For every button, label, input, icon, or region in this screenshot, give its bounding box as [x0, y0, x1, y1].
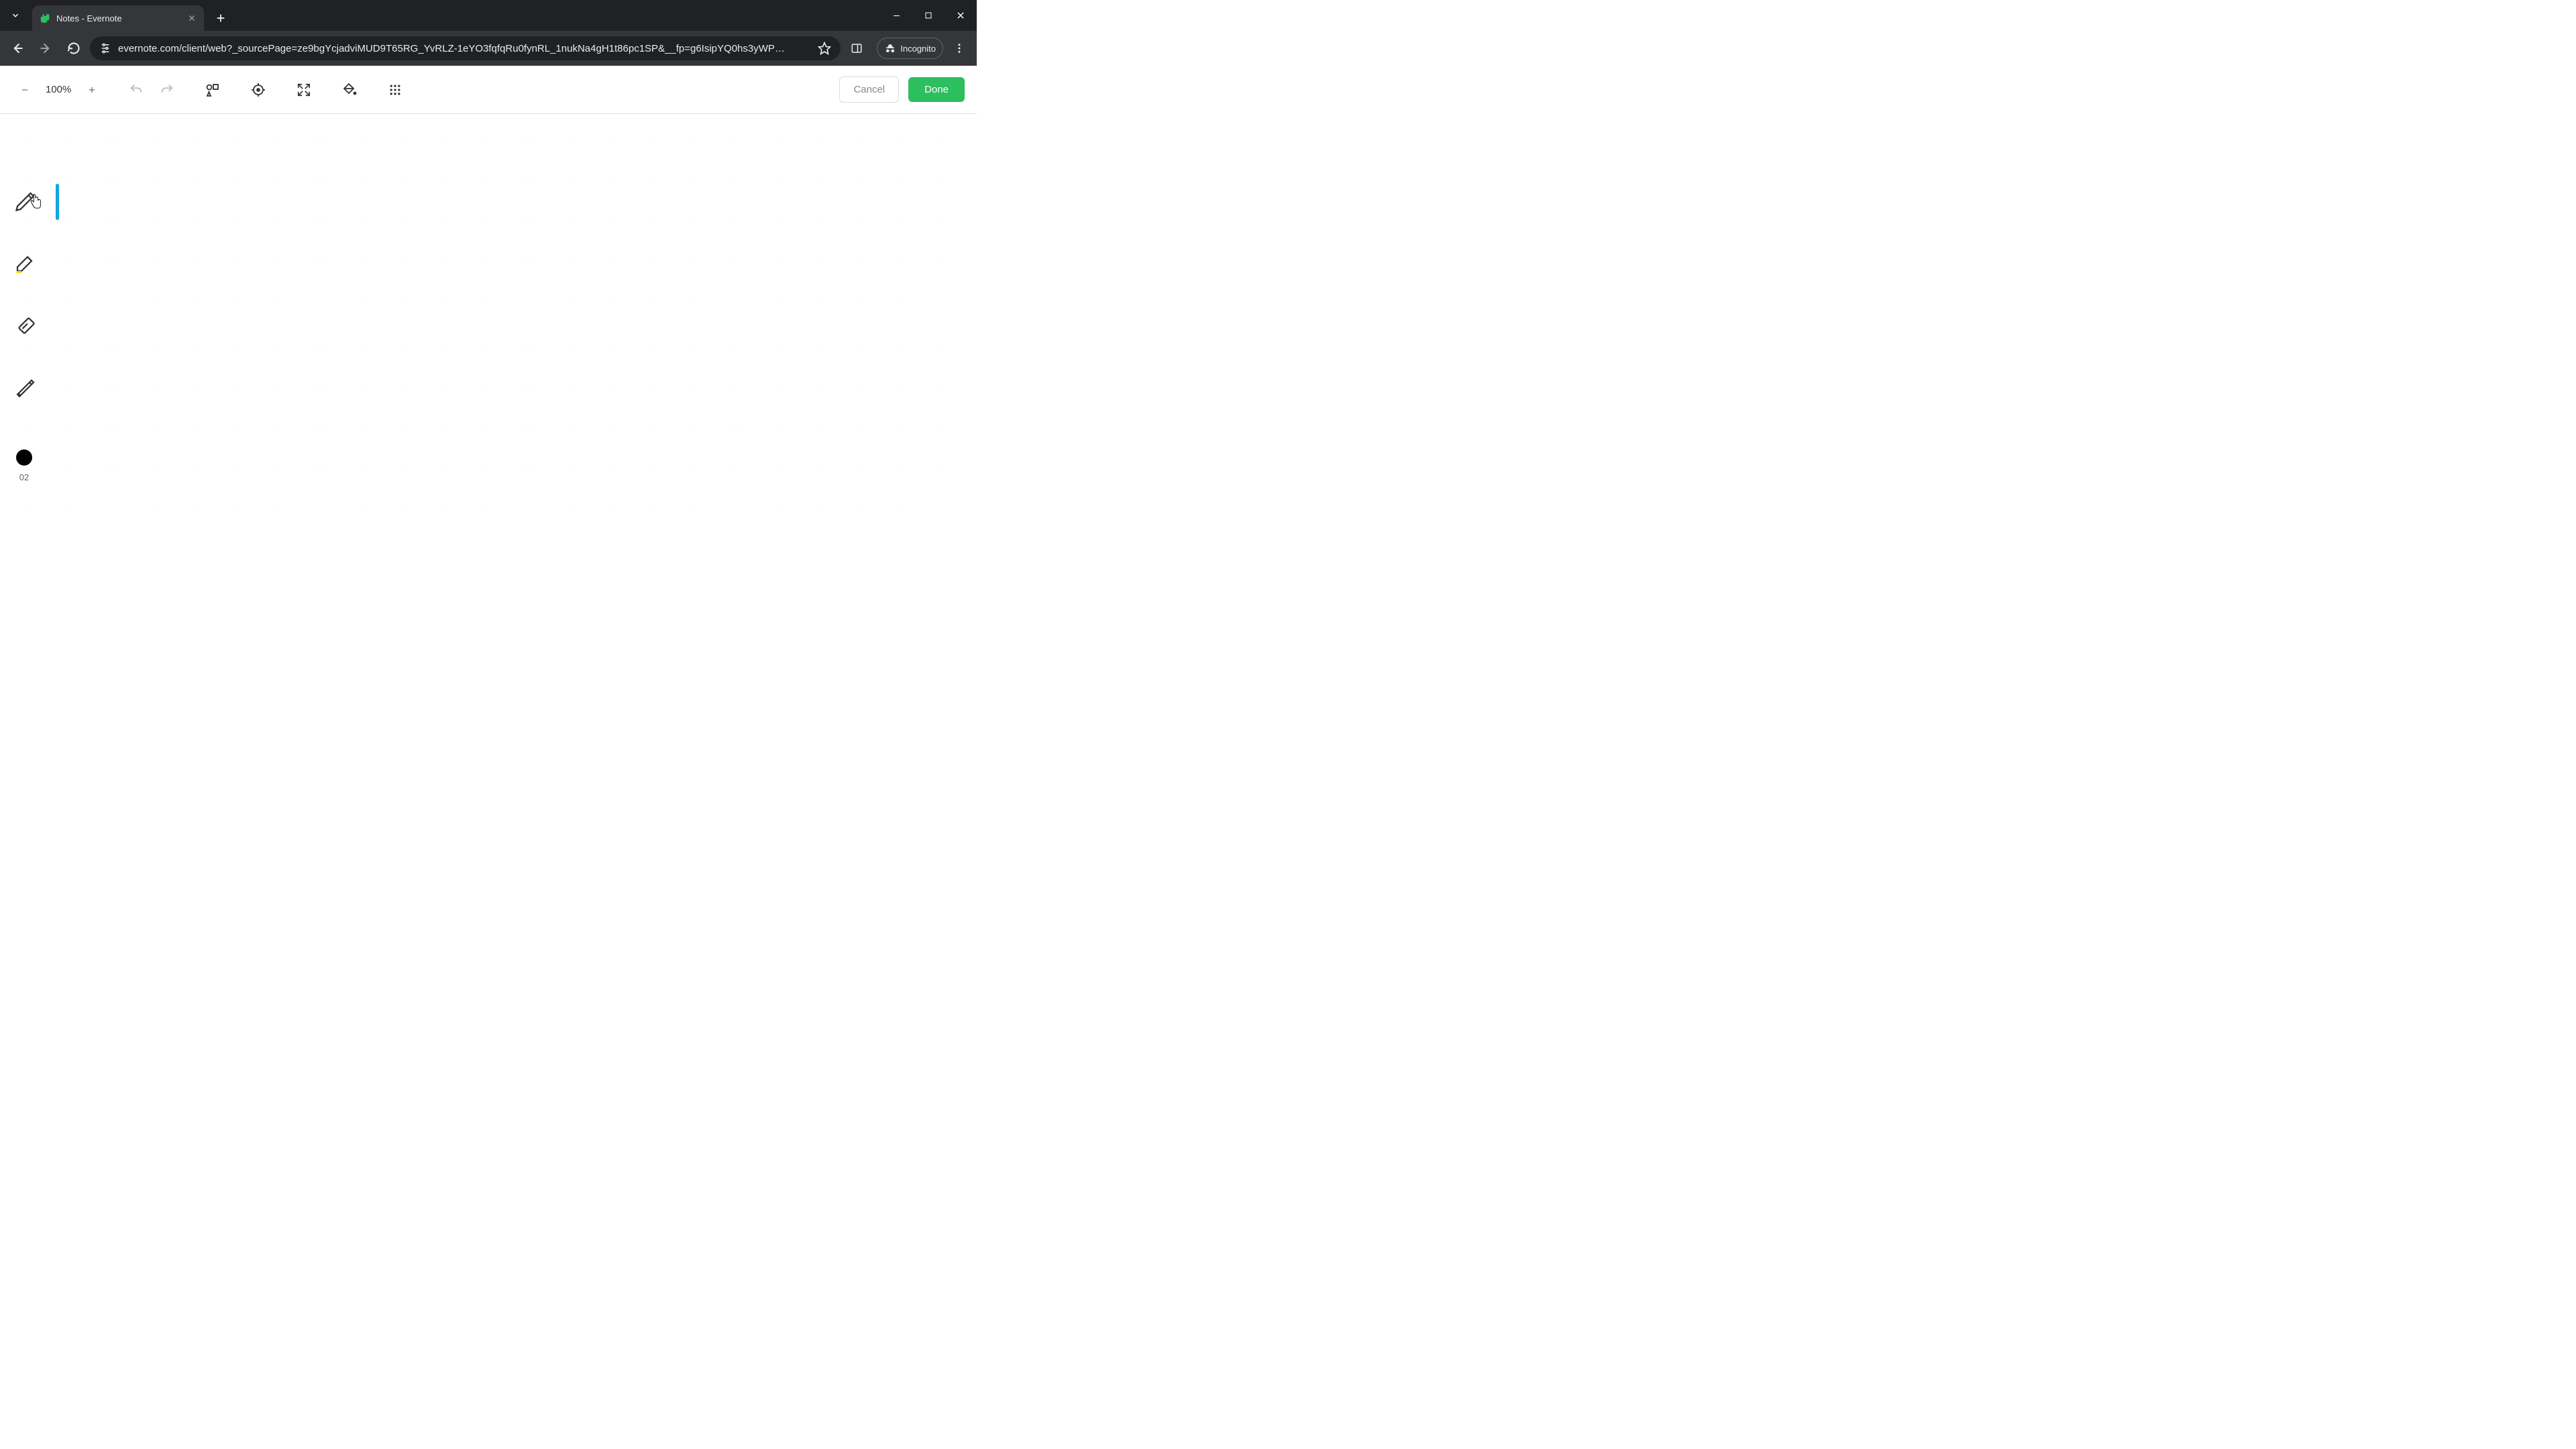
plus-icon	[215, 13, 226, 23]
minimize-icon	[892, 11, 901, 20]
close-window-button[interactable]	[945, 0, 977, 31]
redo-icon	[160, 83, 174, 97]
highlighter-icon	[13, 251, 38, 275]
maximize-button[interactable]	[912, 0, 945, 31]
browser-menu-button[interactable]	[947, 36, 971, 60]
reload-button[interactable]	[62, 36, 86, 60]
site-settings-icon[interactable]	[99, 42, 111, 54]
address-bar[interactable]: evernote.com/client/web?_sourcePage=ze9b…	[90, 36, 841, 60]
drawing-tools-sidebar	[12, 188, 39, 400]
done-button[interactable]: Done	[908, 77, 965, 102]
kebab-menu-icon	[953, 42, 965, 54]
arrow-left-icon	[11, 42, 24, 55]
zoom-out-button[interactable]	[12, 77, 38, 103]
minus-icon	[20, 85, 30, 95]
paint-bucket-icon	[341, 82, 358, 98]
zoom-in-button[interactable]	[79, 77, 105, 103]
sketch-toolbar: 100% Cancel Done	[0, 66, 977, 114]
incognito-label: Incognito	[900, 44, 936, 54]
tab-search-dropdown[interactable]	[0, 0, 31, 31]
browser-toolbar: evernote.com/client/web?_sourcePage=ze9b…	[0, 31, 977, 66]
center-tool-button[interactable]	[244, 76, 272, 104]
browser-tab-strip: Notes - Evernote	[0, 0, 977, 31]
url-text: evernote.com/client/web?_sourcePage=ze9b…	[118, 43, 811, 54]
eraser-icon	[13, 313, 38, 337]
fill-tool-button[interactable]	[335, 76, 364, 104]
side-panel-button[interactable]	[845, 36, 869, 60]
bookmark-star-icon[interactable]	[818, 42, 831, 55]
target-icon	[250, 82, 266, 98]
incognito-icon	[884, 42, 896, 54]
evernote-favicon-icon	[40, 13, 51, 23]
pen-icon	[13, 189, 38, 213]
window-controls	[880, 0, 977, 31]
back-button[interactable]	[5, 36, 30, 60]
current-color-swatch[interactable]	[16, 449, 32, 466]
minimize-button[interactable]	[880, 0, 912, 31]
eraser-tool-button[interactable]	[12, 311, 39, 338]
shapes-tool-button[interactable]	[199, 76, 227, 104]
color-picker-section: 02	[16, 449, 32, 482]
reload-icon	[67, 42, 80, 55]
expand-icon	[297, 83, 311, 97]
incognito-chip[interactable]: Incognito	[877, 38, 943, 59]
sketch-canvas[interactable]: 02	[0, 114, 977, 547]
arrow-right-icon	[39, 42, 52, 55]
stroke-size-label: 02	[19, 472, 29, 482]
new-tab-button[interactable]	[211, 8, 231, 28]
grid-dots-icon	[388, 83, 402, 97]
browser-tab-active[interactable]: Notes - Evernote	[32, 5, 204, 31]
undo-button[interactable]	[122, 76, 150, 104]
highlighter-tool-button[interactable]	[12, 250, 39, 276]
close-icon	[188, 14, 196, 22]
zoom-level: 100%	[40, 84, 76, 95]
cutter-icon	[13, 374, 38, 398]
selection-tool-button[interactable]	[12, 373, 39, 400]
close-icon	[956, 11, 965, 20]
shapes-icon	[205, 82, 221, 98]
tab-title: Notes - Evernote	[56, 13, 182, 23]
maximize-icon	[924, 11, 932, 19]
side-panel-icon	[851, 42, 863, 54]
plus-icon	[87, 85, 97, 95]
grid-menu-button[interactable]	[381, 76, 409, 104]
dot-grid-background	[0, 114, 977, 547]
cancel-button[interactable]: Cancel	[839, 76, 899, 103]
redo-button[interactable]	[153, 76, 181, 104]
forward-button[interactable]	[34, 36, 58, 60]
pen-tool-button[interactable]	[12, 188, 39, 215]
tab-close-button[interactable]	[188, 14, 196, 22]
chevron-down-icon	[11, 11, 20, 20]
expand-tool-button[interactable]	[290, 76, 318, 104]
undo-icon	[129, 83, 144, 97]
